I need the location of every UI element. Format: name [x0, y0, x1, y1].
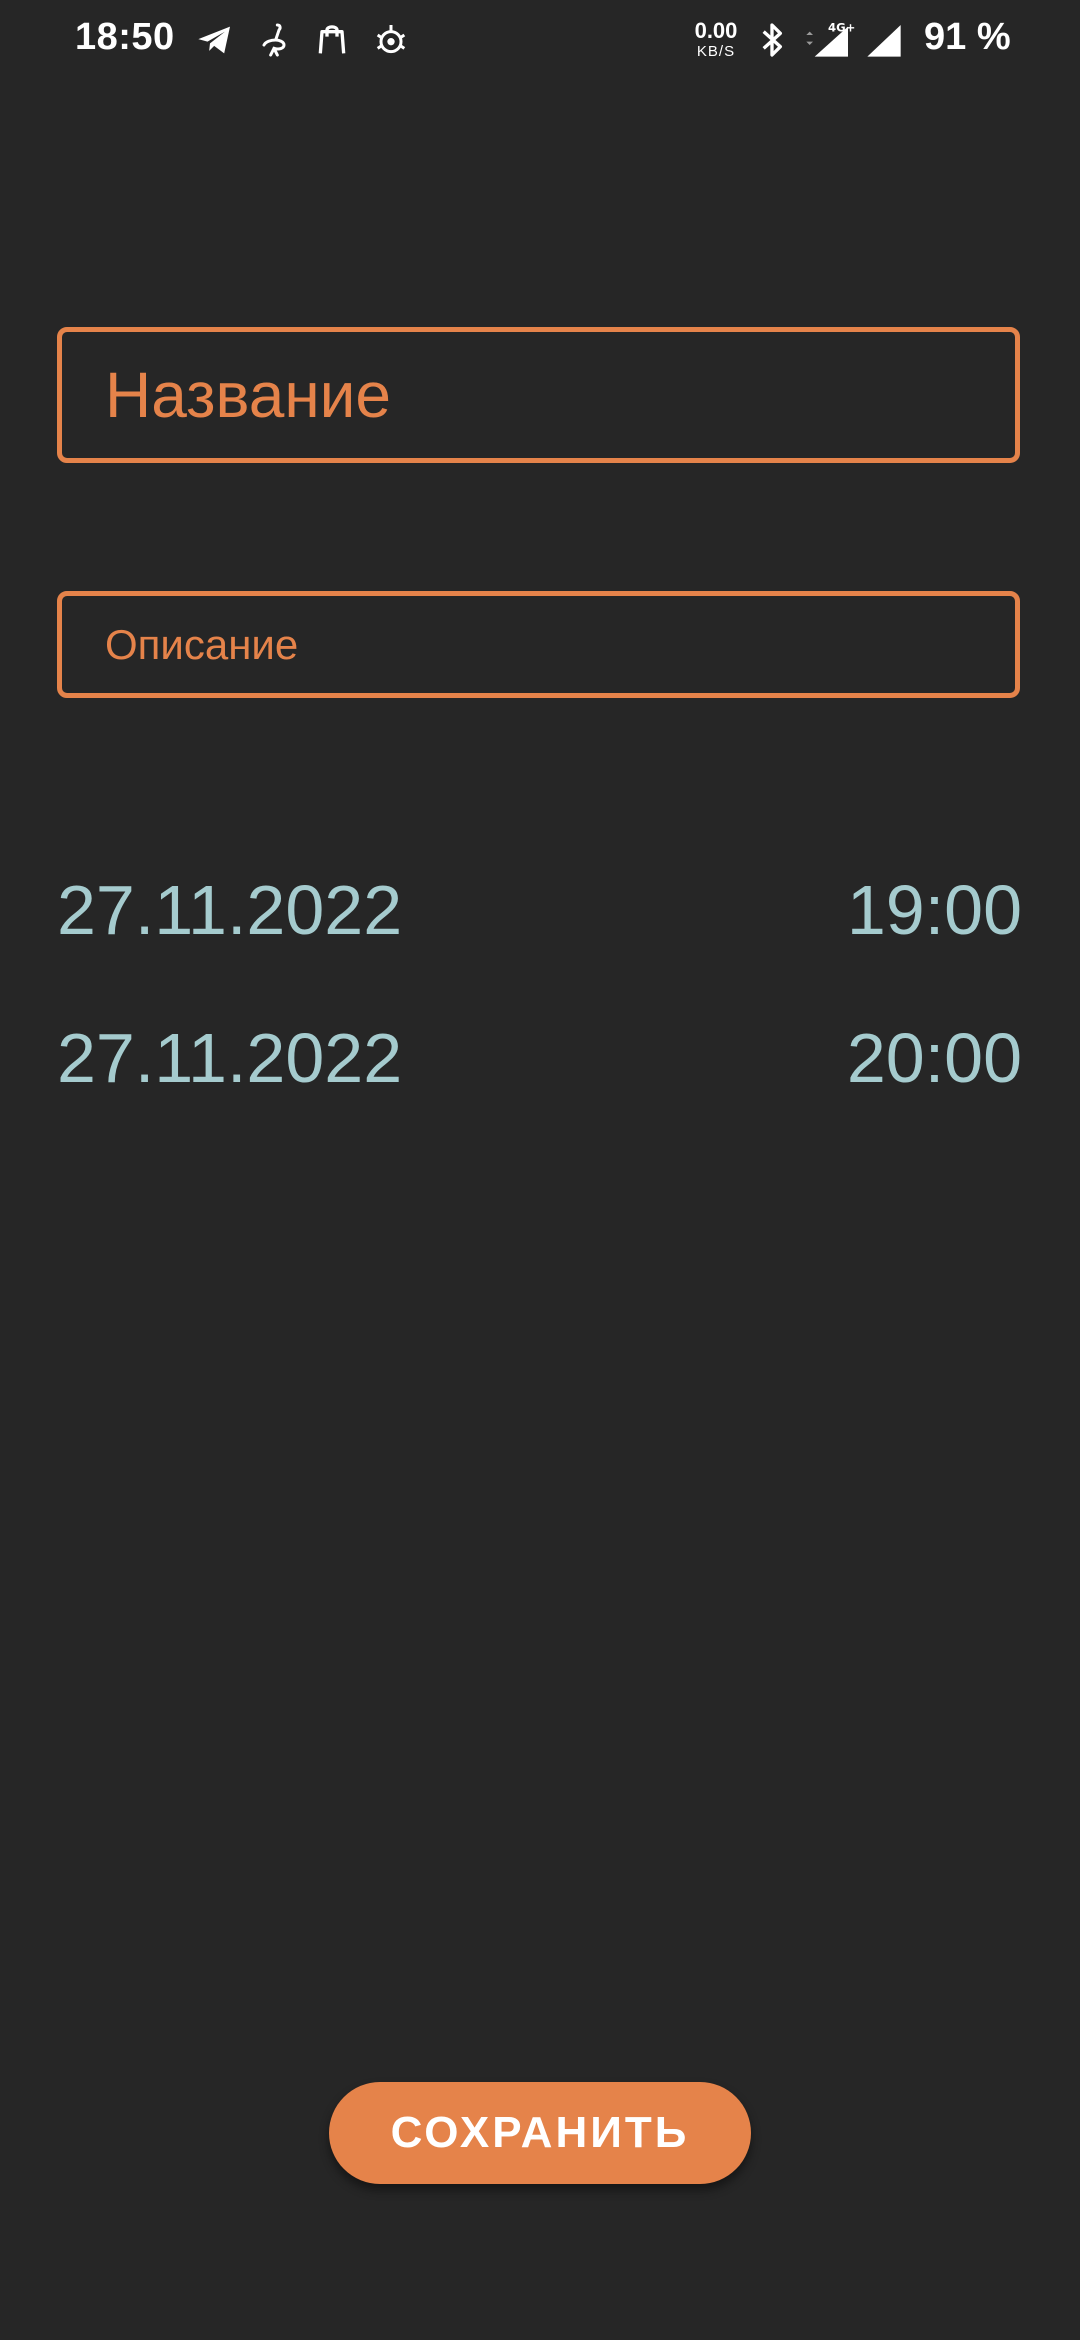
start-date[interactable]: 27.11.2022	[57, 870, 402, 950]
start-datetime-row: 27.11.2022 19:00	[57, 870, 1022, 960]
title-input[interactable]: Название	[57, 327, 1020, 463]
shopping-bag-icon	[310, 20, 354, 60]
end-datetime-row: 27.11.2022 20:00	[57, 1018, 1022, 1108]
network-type-label: 4G+	[828, 21, 855, 35]
save-button[interactable]: СОХРАНИТЬ	[329, 2082, 751, 2184]
status-bar: 18:50 0.00 KB/S 4G+ 91 %	[0, 0, 1080, 80]
gear-bug-icon	[369, 20, 413, 60]
title-placeholder: Название	[105, 359, 391, 431]
net-speed: 0.00 KB/S	[690, 18, 742, 60]
telegram-icon	[193, 20, 237, 60]
signal-4g-icon: 4G+	[800, 20, 856, 60]
description-placeholder: Описание	[105, 620, 299, 668]
save-button-label: СОХРАНИТЬ	[390, 2108, 690, 2157]
net-speed-unit: KB/S	[696, 43, 736, 60]
net-speed-value: 0.00	[694, 18, 738, 43]
battery-level: 91 %	[924, 16, 1011, 58]
end-time[interactable]: 20:00	[847, 1018, 1022, 1098]
bluetooth-icon	[750, 20, 794, 60]
end-date[interactable]: 27.11.2022	[57, 1018, 402, 1098]
start-time[interactable]: 19:00	[847, 870, 1022, 950]
signal-icon	[862, 20, 906, 60]
description-input[interactable]: Описание	[57, 591, 1020, 698]
ostrich-icon	[252, 20, 296, 60]
status-time: 18:50	[75, 16, 175, 58]
